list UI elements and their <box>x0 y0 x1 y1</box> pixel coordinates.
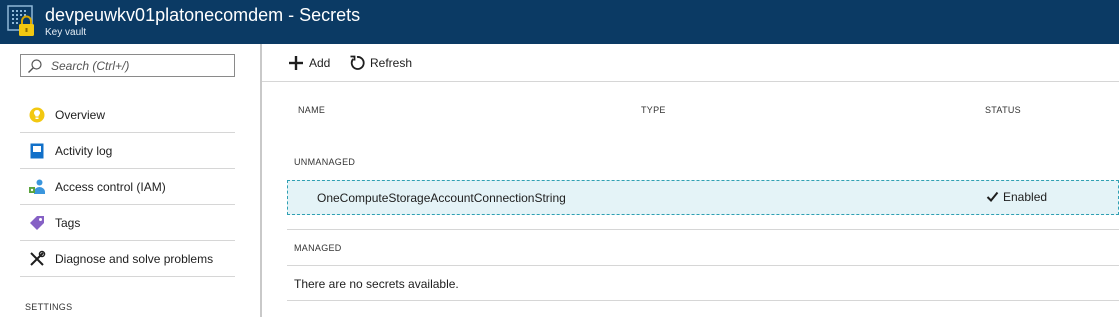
tag-icon <box>30 216 44 230</box>
activity-log-icon <box>30 143 44 159</box>
access-control-icon <box>29 179 45 194</box>
sidebar-item-activity-log[interactable]: Activity log <box>20 133 235 169</box>
status-cell: Enabled <box>986 190 1047 204</box>
sidebar-item-label: Overview <box>55 108 106 122</box>
add-button-label: Add <box>309 56 331 70</box>
empty-message: There are no secrets available. <box>294 277 459 291</box>
group-header-unmanaged: UNMANAGED <box>294 157 356 167</box>
sidebar-item-label: Activity log <box>55 144 113 158</box>
page-title: devpeuwkv01platonecomdem - Secrets <box>45 5 361 25</box>
search-icon <box>28 59 42 73</box>
search-input[interactable] <box>51 57 231 74</box>
sidebar-item-label: Diagnose and solve problems <box>55 252 214 266</box>
sidebar-item-diagnose[interactable]: Diagnose and solve problems <box>20 241 235 277</box>
divider <box>287 300 1119 301</box>
command-bar: Add Refresh <box>262 44 1119 82</box>
page-subtitle: Key vault <box>45 27 87 38</box>
refresh-button[interactable]: Refresh <box>349 54 415 74</box>
plus-icon <box>289 56 303 70</box>
wrench-icon <box>30 250 46 266</box>
add-button[interactable]: Add <box>288 54 332 74</box>
sidebar-item-label: Access control (IAM) <box>55 180 166 194</box>
blade-header: devpeuwkv01platonecomdem - Secrets Key v… <box>0 0 1119 44</box>
key-vault-icon <box>7 5 34 36</box>
group-header-managed: MANAGED <box>294 243 342 253</box>
refresh-button-label: Refresh <box>370 56 413 70</box>
sidebar-divider <box>260 44 262 317</box>
section-label-settings: SETTINGS <box>25 302 73 312</box>
search-box[interactable] <box>20 54 235 77</box>
column-header-type[interactable]: TYPE <box>641 105 666 115</box>
refresh-icon <box>350 55 365 70</box>
divider <box>287 229 1119 230</box>
overview-icon <box>29 107 45 123</box>
status-text: Enabled <box>1003 190 1048 204</box>
divider <box>287 265 1119 266</box>
sidebar-item-label: Tags <box>55 216 81 230</box>
column-header-name[interactable]: NAME <box>298 105 325 115</box>
sidebar-item-tags[interactable]: Tags <box>20 205 235 241</box>
secret-name[interactable]: OneComputeStorageAccountConnectionString <box>317 191 566 205</box>
checkmark-icon <box>986 191 999 202</box>
sidebar-item-access-control[interactable]: Access control (IAM) <box>20 169 235 205</box>
sidebar-item-overview[interactable]: Overview <box>20 97 235 133</box>
column-header-status[interactable]: STATUS <box>985 105 1021 115</box>
